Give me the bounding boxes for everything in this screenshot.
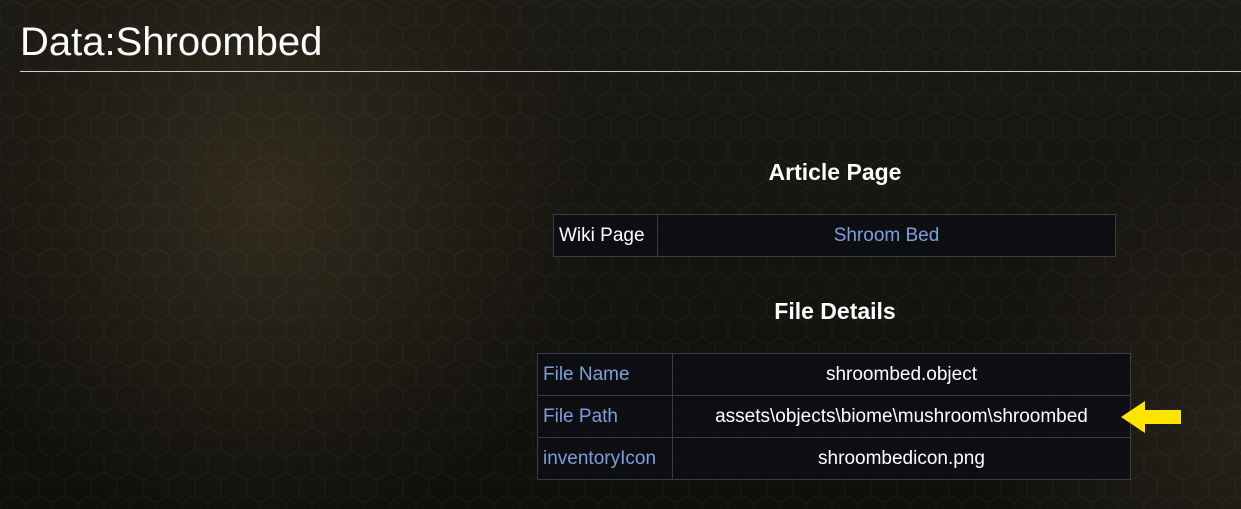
file-name-label[interactable]: File Name [537, 353, 673, 396]
page-title: Data:Shroombed [20, 20, 323, 64]
wiki-page-cell: Shroom Bed [657, 214, 1116, 257]
file-path-label[interactable]: File Path [537, 395, 673, 438]
title-divider [20, 71, 1241, 72]
arrow-left-icon [1121, 401, 1181, 433]
article-page-heading: Article Page [768, 159, 902, 185]
table-row: File Path assets\objects\biome\mushroom\… [537, 395, 1131, 438]
file-details-table: File Name shroombed.object File Path ass… [537, 353, 1131, 480]
inventory-icon-value: shroombedicon.png [672, 437, 1131, 480]
file-path-value: assets\objects\biome\mushroom\shroombed [672, 395, 1131, 438]
table-row: Wiki Page Shroom Bed [553, 214, 1116, 257]
wiki-page-label: Wiki Page [553, 214, 658, 257]
file-details-heading: File Details [774, 298, 896, 324]
article-page-table: Wiki Page Shroom Bed [553, 214, 1116, 257]
wiki-page-link[interactable]: Shroom Bed [834, 225, 940, 246]
inventory-icon-label[interactable]: inventoryIcon [537, 437, 673, 480]
file-name-value: shroombed.object [672, 353, 1131, 396]
table-row: inventoryIcon shroombedicon.png [537, 437, 1131, 480]
table-row: File Name shroombed.object [537, 353, 1131, 396]
